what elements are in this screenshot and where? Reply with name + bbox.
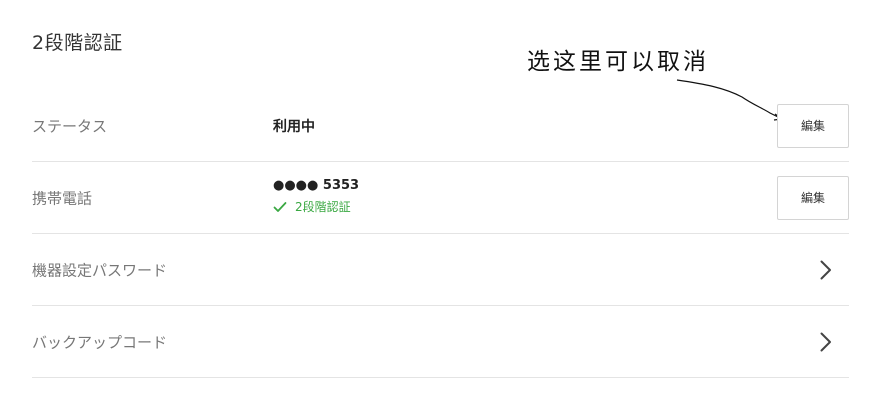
backup-code-row[interactable]: バックアップコード: [32, 306, 849, 378]
two-factor-badge-label: 2段階認証: [295, 200, 351, 214]
phone-label: 携帯電話: [32, 189, 93, 207]
check-icon: [273, 201, 287, 212]
chevron-right-icon[interactable]: [819, 259, 833, 281]
device-password-label: 機器設定パスワード: [32, 261, 168, 279]
phone-edit-button[interactable]: 編集: [777, 175, 849, 220]
two-factor-badge: 2段階認証: [273, 198, 359, 215]
phone-info: ●●●● 5353 2段階認証: [273, 178, 359, 215]
page-title: 2段階認証: [32, 32, 123, 54]
phone-row: 携帯電話 ●●●● 5353 2段階認証 編集: [32, 162, 849, 234]
status-edit-button[interactable]: 編集: [777, 103, 849, 148]
status-row: ステータス 利用中 編集: [32, 90, 849, 162]
status-label: ステータス: [32, 117, 108, 135]
status-value: 利用中: [273, 118, 315, 135]
settings-list: ステータス 利用中 編集 携帯電話 ●●●● 5353 2段階認証 編集 機器設…: [32, 90, 849, 378]
chevron-right-icon[interactable]: [819, 331, 833, 353]
device-password-row[interactable]: 機器設定パスワード: [32, 234, 849, 306]
backup-code-label: バックアップコード: [32, 333, 168, 351]
phone-number: ●●●● 5353: [273, 178, 360, 193]
annotation-text: 选这里可以取消: [527, 49, 709, 75]
